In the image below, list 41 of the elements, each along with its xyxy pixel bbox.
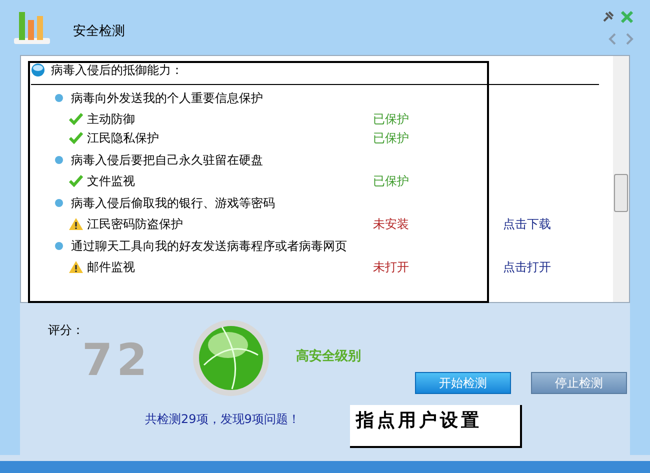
bullet-icon	[55, 199, 63, 207]
security-level: 高安全级别	[296, 348, 361, 366]
scrollbar[interactable]	[613, 56, 629, 302]
score-value: 72	[82, 339, 152, 383]
section-heading: 病毒入侵后的抵御能力：	[51, 62, 183, 79]
check-icon	[69, 132, 83, 144]
item-status: 未打开	[373, 258, 410, 276]
warning-icon	[69, 260, 83, 272]
window-title: 安全检测	[73, 23, 125, 41]
item-label: 主动防御	[87, 110, 136, 128]
item-status: 已保护	[373, 110, 410, 128]
globe-icon	[192, 319, 270, 397]
group-title: 通过聊天工具向我的好友发送病毒程序或者病毒网页	[71, 238, 347, 255]
group-title: 病毒入侵后偷取我的银行、游戏等密码	[71, 195, 275, 212]
group-title: 病毒向外发送我的个人重要信息保护	[71, 90, 263, 107]
bullet-icon	[55, 242, 63, 250]
scrollbar-thumb[interactable]	[614, 174, 628, 212]
bullet-icon	[55, 156, 63, 164]
back-icon[interactable]	[608, 33, 617, 45]
bar-chart-icon	[14, 10, 50, 46]
orb-icon	[31, 63, 45, 77]
action-link[interactable]: 点击下载	[503, 214, 551, 232]
item-label: 江民隐私保护	[87, 130, 160, 146]
warning-icon	[69, 218, 83, 230]
check-icon	[69, 174, 83, 186]
forward-icon[interactable]	[625, 33, 634, 45]
pin-icon[interactable]	[601, 10, 615, 24]
item-label: 文件监视	[87, 172, 136, 190]
annotation-label: 指点用户设置	[350, 405, 522, 448]
scan-summary: 共检测29项，发现9项问题！	[145, 411, 300, 428]
item-label: 邮件监视	[87, 258, 136, 276]
item-label: 江民密码防盗保护	[87, 216, 184, 232]
score-label: 评分：	[48, 322, 84, 339]
close-icon[interactable]	[620, 10, 634, 24]
group-title: 病毒入侵后要把自己永久驻留在硬盘	[71, 152, 263, 169]
item-status: 已保护	[373, 130, 410, 146]
check-icon	[69, 112, 83, 124]
bullet-icon	[55, 94, 63, 102]
item-status: 已保护	[373, 172, 410, 190]
action-link[interactable]: 点击打开	[503, 258, 551, 276]
item-status: 未安装	[373, 216, 410, 232]
